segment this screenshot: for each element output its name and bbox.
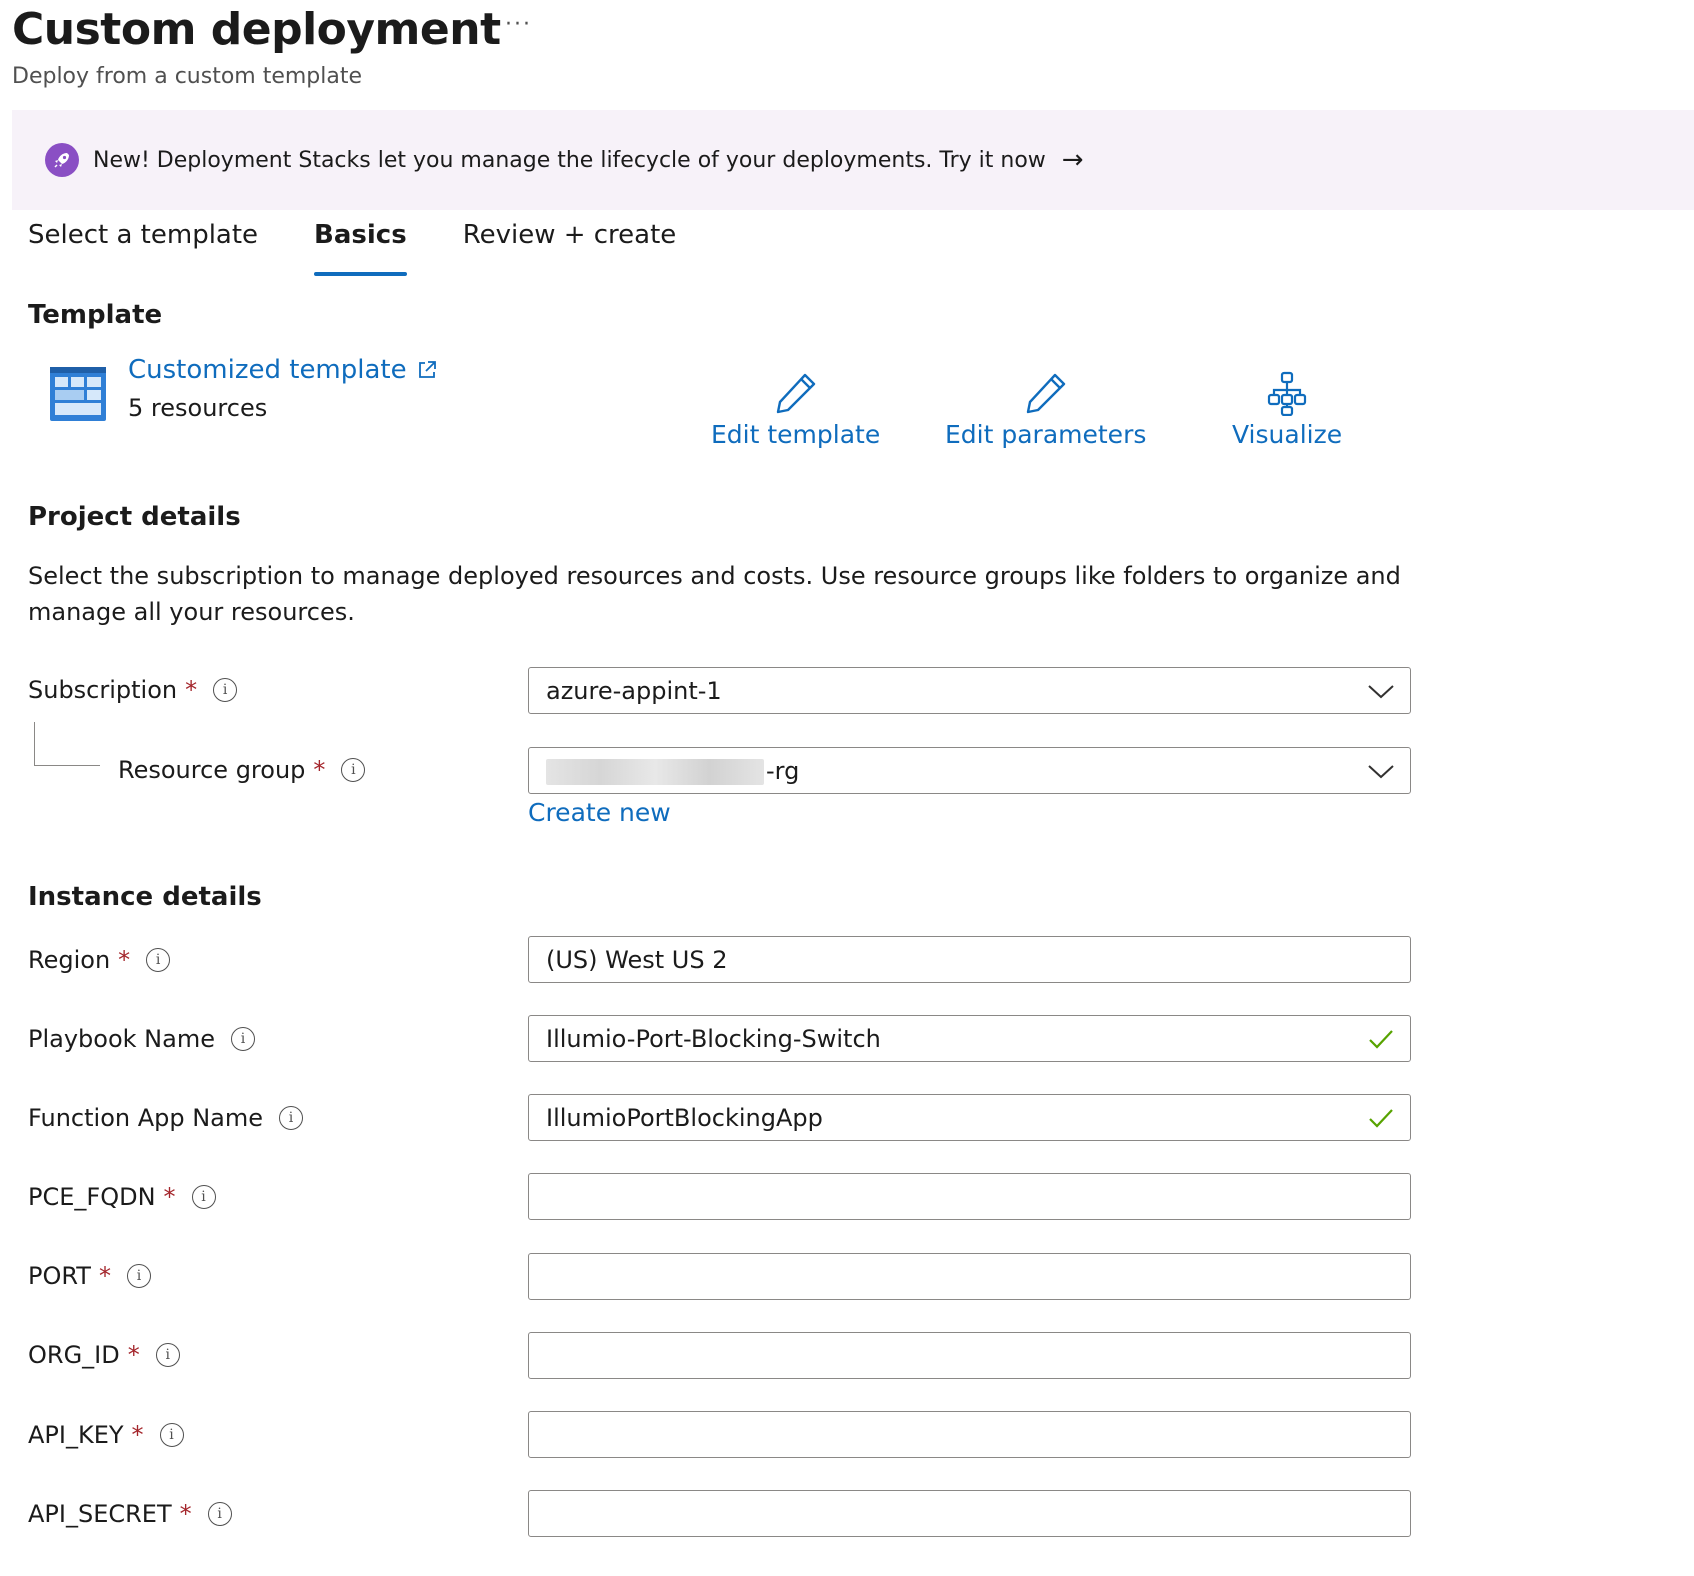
required-asterisk: * (131, 1421, 144, 1449)
api-key-label: API_KEY * i (28, 1421, 184, 1449)
resource-group-label-text: Resource group (118, 756, 306, 784)
hierarchy-icon (1267, 371, 1307, 416)
resource-group-value: -rg (546, 757, 1366, 785)
playbook-name-label-text: Playbook Name (28, 1025, 215, 1053)
customized-template-link[interactable]: Customized template (128, 355, 439, 385)
banner-text-link[interactable]: New! Deployment Stacks let you manage th… (93, 148, 1046, 173)
port-label: PORT * i (28, 1262, 151, 1290)
tab-basics[interactable]: Basics (314, 220, 407, 276)
tree-connector (34, 722, 100, 766)
tab-select-a-template[interactable]: Select a template (28, 220, 258, 276)
region-label-text: Region (28, 946, 111, 974)
port-label-text: PORT (28, 1262, 91, 1290)
template-grid-icon (50, 367, 106, 421)
edit-template-button[interactable]: Edit template (711, 370, 880, 449)
pencil-icon (776, 373, 815, 414)
region-input[interactable]: (US) West US 2 (528, 936, 1411, 983)
port-input[interactable] (528, 1253, 1411, 1300)
required-asterisk: * (163, 1183, 176, 1211)
info-icon[interactable]: i (207, 1502, 232, 1526)
more-options-button[interactable]: ··· (505, 12, 532, 37)
deployment-stacks-banner: New! Deployment Stacks let you manage th… (12, 110, 1694, 210)
org-id-input[interactable] (528, 1332, 1411, 1379)
function-app-name-label-text: Function App Name (28, 1104, 264, 1132)
info-icon[interactable]: i (146, 948, 171, 972)
template-resource-count: 5 resources (128, 394, 268, 422)
region-value: (US) West US 2 (546, 945, 728, 974)
arrow-right-icon[interactable]: → (1062, 145, 1084, 175)
subscription-label: Subscription * i (28, 676, 238, 704)
function-app-name-value: IllumioPortBlockingApp (546, 1103, 823, 1132)
required-asterisk: * (98, 1262, 111, 1290)
checkmark-icon (1369, 1108, 1393, 1128)
playbook-name-label: Playbook Name i (28, 1025, 255, 1053)
project-details-description: Select the subscription to manage deploy… (28, 562, 1401, 626)
required-asterisk: * (313, 756, 326, 784)
external-link-icon (418, 361, 436, 378)
create-new-link[interactable]: Create new (528, 798, 671, 827)
required-asterisk: * (179, 1500, 192, 1528)
checkmark-icon (1369, 1029, 1393, 1049)
function-app-name-input[interactable]: IllumioPortBlockingApp (528, 1094, 1411, 1141)
required-asterisk: * (185, 676, 198, 704)
required-asterisk: * (127, 1341, 140, 1369)
chevron-down-icon (1368, 764, 1394, 778)
redacted-text (546, 758, 764, 785)
info-icon[interactable]: i (126, 1264, 151, 1288)
edit-parameters-button[interactable]: Edit parameters (945, 370, 1146, 449)
resource-group-dropdown[interactable]: -rg (528, 747, 1411, 794)
pce-fqdn-label-text: PCE_FQDN (28, 1183, 156, 1211)
tab-review-create[interactable]: Review + create (463, 220, 677, 276)
playbook-name-value: Illumio-Port-Blocking-Switch (546, 1024, 881, 1053)
required-asterisk: * (118, 946, 131, 974)
rocket-icon (45, 143, 79, 177)
page-subtitle: Deploy from a custom template (12, 64, 363, 89)
api-secret-input[interactable] (528, 1490, 1411, 1537)
pce-fqdn-input[interactable] (528, 1173, 1411, 1220)
info-icon[interactable]: i (230, 1027, 255, 1051)
page-title: Custom deployment (12, 4, 501, 55)
wizard-tabs: Select a template Basics Review + create (28, 220, 732, 276)
resource-group-label: Resource group * i (118, 756, 366, 784)
resource-group-suffix: -rg (766, 756, 800, 785)
playbook-name-input[interactable]: Illumio-Port-Blocking-Switch (528, 1015, 1411, 1062)
subscription-label-text: Subscription (28, 676, 178, 704)
project-details-heading: Project details (28, 502, 241, 532)
visualize-button[interactable]: Visualize (1232, 370, 1342, 449)
api-key-input[interactable] (528, 1411, 1411, 1458)
subscription-dropdown[interactable]: azure-appint-1 (528, 667, 1411, 714)
chevron-down-icon (1368, 684, 1394, 698)
pce-fqdn-label: PCE_FQDN * i (28, 1183, 216, 1211)
subscription-value: azure-appint-1 (546, 676, 722, 705)
edit-parameters-label: Edit parameters (945, 420, 1147, 449)
instance-details-heading: Instance details (28, 882, 262, 912)
region-label: Region * i (28, 946, 171, 974)
edit-template-label: Edit template (711, 420, 881, 449)
info-icon[interactable]: i (155, 1343, 180, 1367)
function-app-name-label: Function App Name i (28, 1104, 304, 1132)
template-heading: Template (28, 300, 163, 330)
info-icon[interactable]: i (191, 1185, 216, 1209)
info-icon[interactable]: i (213, 678, 238, 702)
api-key-label-text: API_KEY (28, 1421, 124, 1449)
pencil-icon (1026, 373, 1065, 414)
info-icon[interactable]: i (159, 1423, 184, 1447)
customized-template-label: Customized template (128, 355, 407, 385)
api-secret-label-text: API_SECRET (28, 1500, 172, 1528)
visualize-label: Visualize (1232, 420, 1343, 449)
org-id-label: ORG_ID * i (28, 1341, 180, 1369)
api-secret-label: API_SECRET * i (28, 1500, 232, 1528)
info-icon[interactable]: i (341, 758, 366, 782)
info-icon[interactable]: i (279, 1106, 304, 1130)
org-id-label-text: ORG_ID (28, 1341, 120, 1369)
